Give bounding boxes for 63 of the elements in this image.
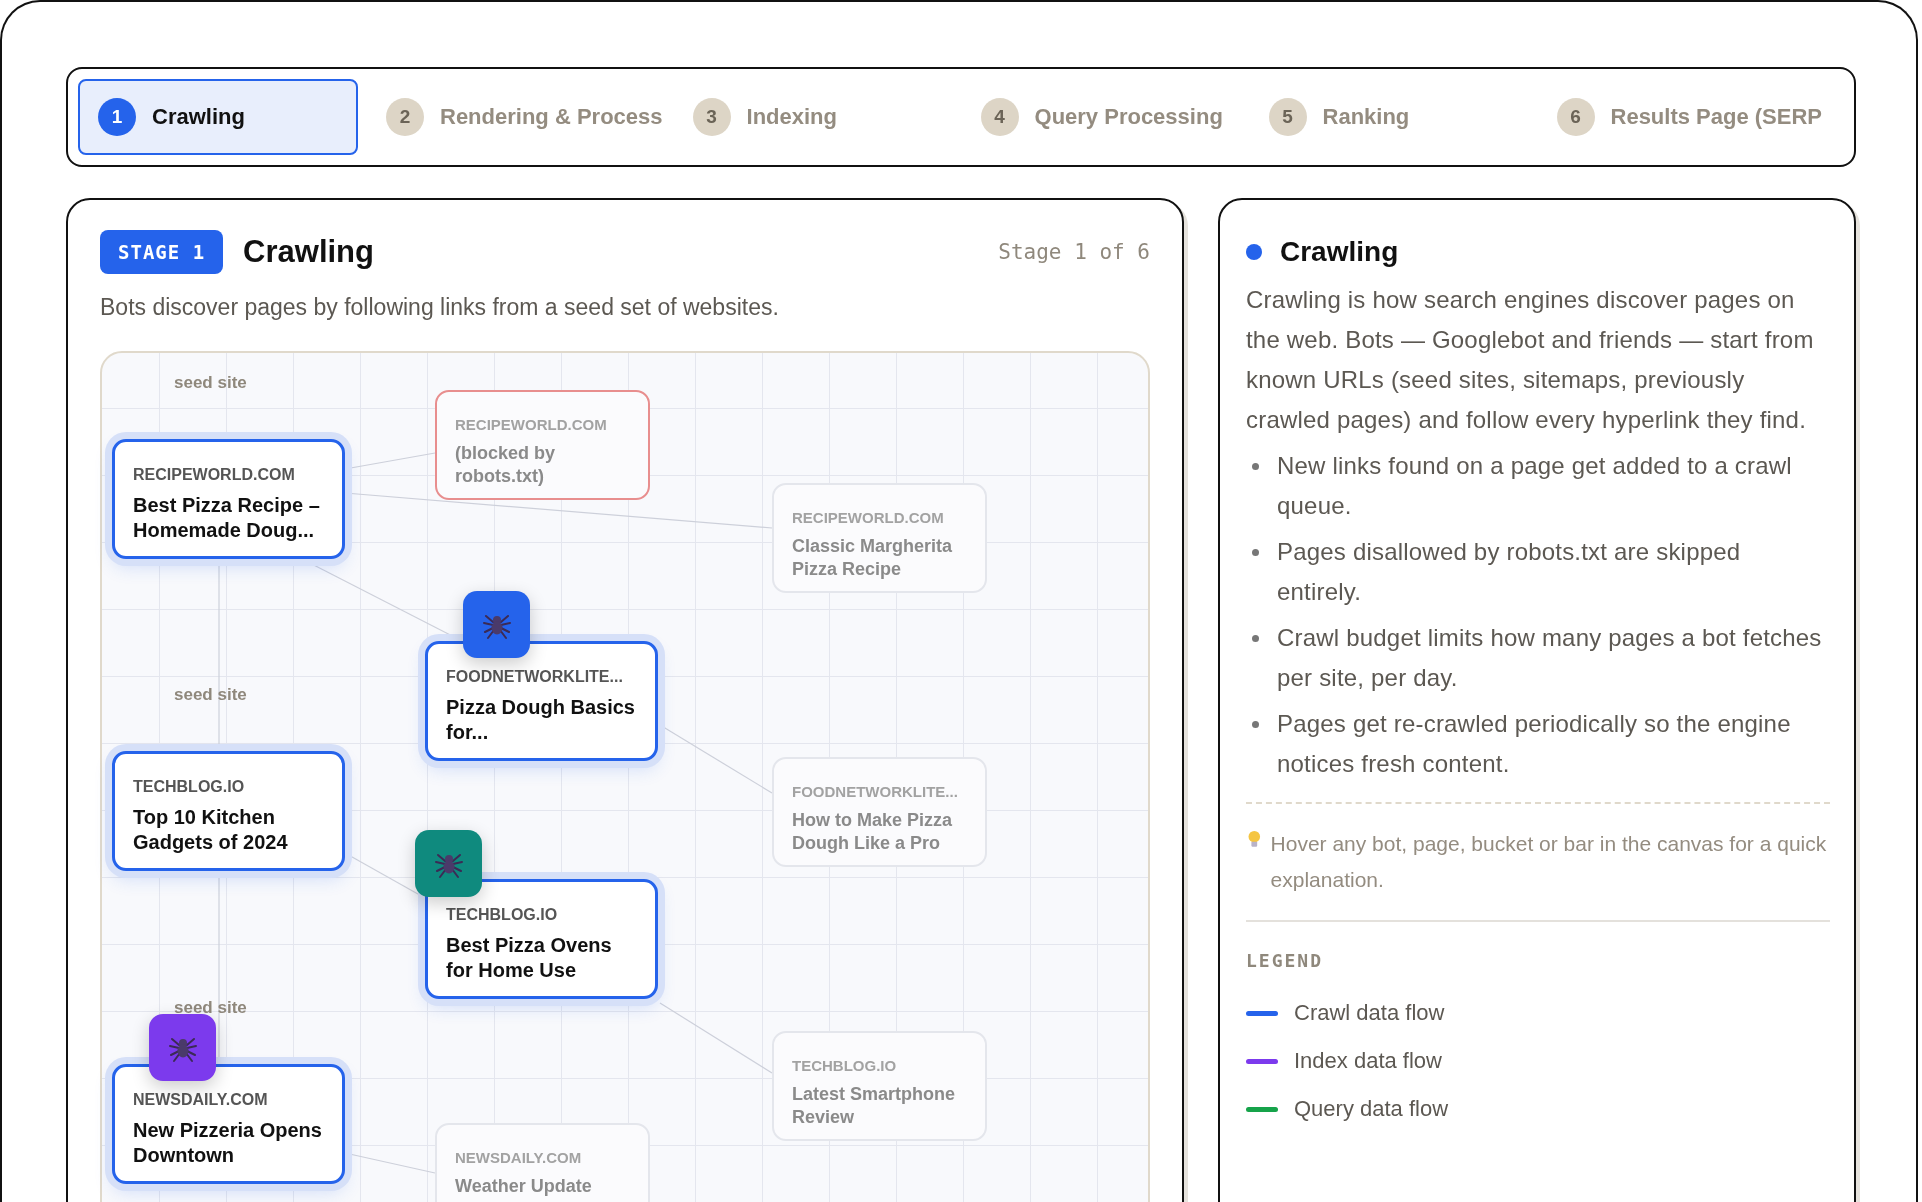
page-domain: NEWSDAILY.COM bbox=[133, 1091, 269, 1109]
bot-tile[interactable] bbox=[463, 591, 530, 658]
page-domain: TECHBLOG.IO bbox=[133, 778, 246, 796]
step-number: 4 bbox=[980, 98, 1019, 136]
page-title: New Pizzeria Opens Downtown bbox=[133, 1118, 323, 1168]
stage-tab[interactable]: 6 Results Page (SERP bbox=[1536, 79, 1844, 155]
info-bullet: Crawl budget limits how many pages a bot fetches per site, per day. bbox=[1277, 623, 1823, 693]
page-card[interactable]: TECHBLOG.IO Latest Smartphone Review bbox=[772, 1031, 987, 1141]
stage-tab[interactable]: 5 Ranking bbox=[1248, 79, 1529, 155]
seed-caption: seed site bbox=[174, 998, 247, 1018]
stage-title: Crawling bbox=[243, 234, 374, 270]
stage-counter: Stage 1 of 6 bbox=[998, 240, 1150, 264]
legend-label: Crawl data flow bbox=[1294, 1000, 1445, 1026]
page-card[interactable]: RECIPEWORLD.COM (blocked by robots.txt) bbox=[435, 390, 650, 500]
legend-label: Index data flow bbox=[1294, 1048, 1442, 1074]
page-domain: TECHBLOG.IO bbox=[792, 1057, 898, 1074]
step-number: 6 bbox=[1556, 98, 1595, 136]
page-domain: RECIPEWORLD.COM bbox=[792, 509, 945, 526]
bot-tile[interactable] bbox=[149, 1014, 216, 1081]
info-paragraph: Crawling is how search engines discover pages on the web. Bots — Googlebot and friends — start from known URLs (seed sites, sitemaps, previously crawled pages) and follow every hyperlink they find. bbox=[1246, 285, 1815, 435]
step-number: 1 bbox=[98, 98, 136, 136]
page-title: Best Pizza Recipe – Homemade Doug... bbox=[133, 493, 321, 543]
info-bullet: New links found on a page get added to a crawl queue. bbox=[1277, 451, 1793, 521]
page-domain: FOODNETWORKLITE... bbox=[792, 783, 959, 800]
page-title: Classic Margherita Pizza Recipe bbox=[792, 535, 954, 580]
info-title: Crawling bbox=[1280, 236, 1399, 268]
bullet-icon bbox=[1252, 549, 1259, 556]
seed-caption: seed site bbox=[174, 685, 247, 705]
bullet-icon bbox=[1252, 721, 1259, 728]
stage-tab[interactable]: 1 Crawling bbox=[78, 79, 358, 155]
page-title: Weather Update bbox=[455, 1175, 593, 1198]
info-bullet: Pages disallowed by robots.txt are skipped entirely. bbox=[1277, 537, 1742, 607]
step-number: 5 bbox=[1268, 98, 1307, 136]
page-title: How to Make Pizza Dough Like a Pro bbox=[792, 809, 954, 854]
legend-label: Query data flow bbox=[1294, 1096, 1449, 1122]
stage-tab[interactable]: 4 Query Processing bbox=[960, 79, 1241, 155]
page-domain: NEWSDAILY.COM bbox=[455, 1149, 583, 1166]
page-domain: RECIPEWORLD.COM bbox=[133, 466, 296, 484]
stage-tab[interactable]: 2 Rendering & Process bbox=[366, 79, 665, 155]
hint-text: Hover any bot, page, bucket or bar in the canvas for a quick explanation. bbox=[1270, 831, 1828, 893]
page-title: Pizza Dough Basics for... bbox=[446, 695, 636, 745]
step-number: 2 bbox=[386, 98, 424, 136]
page-card[interactable]: FOODNETWORKLITE... How to Make Pizza Dough Like a Pro bbox=[772, 757, 987, 867]
step-number: 3 bbox=[692, 98, 731, 136]
bot-tile[interactable] bbox=[415, 830, 482, 897]
stage-badge: STAGE 1 bbox=[100, 230, 224, 274]
stage-description: Bots discover pages by following links from a seed set of websites. bbox=[100, 294, 780, 321]
page-domain: RECIPEWORLD.COM bbox=[455, 416, 608, 433]
seed-caption: seed site bbox=[174, 373, 247, 393]
page-title: Best Pizza Ovens for Home Use bbox=[446, 933, 613, 983]
page-card[interactable]: NEWSDAILY.COM Weather Update bbox=[435, 1123, 650, 1202]
bullet-icon bbox=[1252, 635, 1259, 642]
page-title: (blocked by robots.txt) bbox=[455, 442, 557, 487]
page-domain: TECHBLOG.IO bbox=[446, 906, 559, 924]
bullet-icon bbox=[1252, 463, 1259, 470]
status-dot bbox=[1246, 244, 1262, 260]
info-bullet: Pages get re-crawled periodically so the engine notices fresh content. bbox=[1277, 709, 1792, 779]
page-title: Latest Smartphone Review bbox=[792, 1083, 957, 1128]
stage-tab[interactable]: 3 Indexing bbox=[672, 79, 953, 155]
page-card[interactable]: RECIPEWORLD.COM Classic Margherita Pizza Recipe bbox=[772, 483, 987, 593]
legend-title: LEGEND bbox=[1246, 950, 1325, 971]
page-title: Top 10 Kitchen Gadgets of 2024 bbox=[133, 805, 289, 855]
page-domain: FOODNETWORKLITE... bbox=[446, 668, 624, 686]
